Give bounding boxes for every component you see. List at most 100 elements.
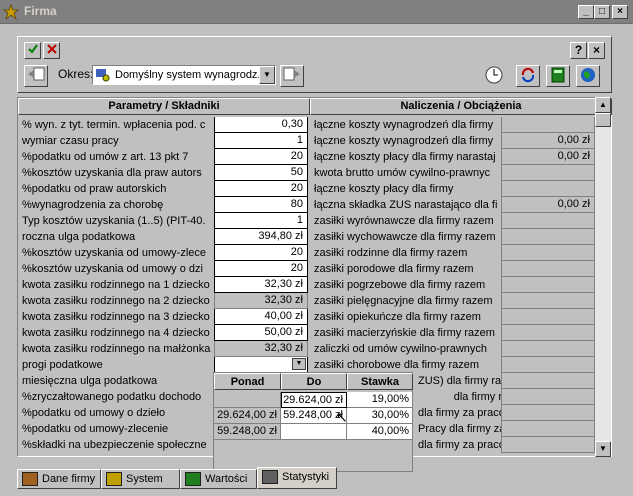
- dropdown-arrow-icon[interactable]: ▼: [292, 358, 306, 370]
- parameter-label: roczna ulga podatkowa: [22, 231, 136, 243]
- parameter-value[interactable]: 20: [214, 149, 308, 165]
- okres-select[interactable]: Domyślny system wynagrodz... ▼: [92, 65, 276, 85]
- previous-period-button[interactable]: [24, 65, 48, 87]
- calculator-button[interactable]: [546, 65, 570, 87]
- table-row: kwota zasiłku rodzinnego na 3 dziecko 40,…: [18, 309, 612, 325]
- parameter-value[interactable]: ▼: [214, 357, 308, 373]
- tab-notebook[interactable]: Statystyki: [257, 467, 337, 489]
- tax-thresholds-popup[interactable]: Ponad Do Stawka 29.624,00 zł 19,00% 29.624…: [213, 372, 413, 472]
- threshold-cell[interactable]: 30,00%: [347, 408, 413, 424]
- charge-label: kwota brutto umów cywilno-prawnyc: [314, 167, 491, 179]
- chevron-down-icon[interactable]: ▼: [259, 66, 275, 84]
- close-window-button[interactable]: ×: [612, 5, 628, 19]
- threshold-cell[interactable]: 40,00%: [347, 424, 413, 440]
- scroll-up-button[interactable]: ▲: [595, 97, 611, 113]
- calendar-button[interactable]: [482, 65, 506, 87]
- charge-value: [501, 293, 595, 309]
- tab-label: Statystyki: [282, 471, 330, 483]
- charge-value: 0,00 zł: [501, 149, 595, 165]
- scroll-thumb[interactable]: [595, 113, 611, 127]
- parameter-label: kwota zasiłku rodzinnego na 1 dziecko: [22, 279, 210, 291]
- next-period-button[interactable]: [280, 65, 304, 87]
- threshold-cell[interactable]: 29.624,00 zł: [281, 392, 347, 408]
- cars-icon: [106, 472, 122, 486]
- charge-label: zasiłki opiekuńcze dla firmy razem: [314, 311, 481, 323]
- parameter-value[interactable]: 80: [214, 197, 308, 213]
- table-row: %podatku od praw autorskich 20 łączne kosz…: [18, 181, 612, 197]
- right-column-header[interactable]: Naliczenia / Obciążenia: [310, 98, 612, 115]
- parameter-value[interactable]: 32,30 zł: [214, 277, 308, 293]
- charge-label: Pracy dla firmy za: [418, 423, 502, 435]
- parameter-label: progi podatkowe: [22, 359, 103, 371]
- refresh-icon: [521, 67, 535, 83]
- table-row: % wyn. z tyt. termin. wpłacenia pod. c 0,…: [18, 117, 612, 133]
- parameter-label: %zryczałtowanego podatku dochodo: [22, 391, 202, 403]
- vertical-scrollbar[interactable]: ▲ ▼: [595, 97, 611, 457]
- charge-label: łączna składka ZUS narastająco dla fi: [314, 199, 498, 211]
- parameter-label: %podatku od umów z art. 13 pkt 7: [22, 151, 189, 163]
- globe-icon: [581, 68, 595, 82]
- parameter-label: Typ kosztów uzyskania (1..5) (PIT-40.: [22, 215, 206, 227]
- tab-calculator[interactable]: Wartości: [180, 469, 257, 489]
- parameter-label: %podatku od umowy o dzieło: [22, 407, 166, 419]
- text-cursor-icon: ↖: [336, 409, 348, 425]
- title-bar: Firma _ □ ×: [0, 0, 633, 24]
- parameter-value[interactable]: 20: [214, 181, 308, 197]
- table-row: Typ kosztów uzyskania (1..5) (PIT-40. 1 za…: [18, 213, 612, 229]
- threshold-cell[interactable]: 29.624,00 zł: [214, 408, 281, 424]
- parameter-value[interactable]: 50,00 zł: [214, 325, 308, 341]
- charge-label: zaliczki od umów cywilno-prawnych: [314, 343, 488, 355]
- globe-button[interactable]: [576, 65, 600, 87]
- parameter-value[interactable]: 32,30 zł: [214, 341, 308, 357]
- parameter-value[interactable]: 20: [214, 245, 308, 261]
- parameter-label: %kosztów uzyskania od umowy-zlece: [22, 247, 207, 259]
- cancel-button[interactable]: [43, 42, 60, 59]
- charge-value: [501, 229, 595, 245]
- parameter-label: %składki na ubezpieczenie społeczne: [22, 439, 207, 451]
- scroll-down-button[interactable]: ▼: [595, 441, 611, 457]
- parameter-label: kwota zasiłku rodzinnego na 4 dziecko: [22, 327, 210, 339]
- table-row: %kosztów uzyskania od umowy o dzi 20 zasił…: [18, 261, 612, 277]
- left-column-header[interactable]: Parametry / Składniki: [18, 98, 310, 115]
- parameter-value[interactable]: 20: [214, 261, 308, 277]
- threshold-cell[interactable]: [214, 392, 281, 408]
- parameter-value[interactable]: 0,30: [214, 117, 308, 133]
- table-row: wymiar czasu pracy 1 łączne koszty wynagro…: [18, 133, 612, 149]
- table-row: %podatku od umów z art. 13 pkt 7 20 łączne…: [18, 149, 612, 165]
- parameter-value[interactable]: 1: [214, 213, 308, 229]
- threshold-cell[interactable]: [281, 424, 347, 440]
- parameter-label: %podatku od praw autorskich: [22, 183, 167, 195]
- threshold-cell[interactable]: 19,00%: [347, 392, 413, 408]
- popup-header-stawka: Stawka: [347, 373, 413, 390]
- charge-label: łączne koszty wynagrodzeń dla firmy: [314, 119, 494, 131]
- parameter-label: %kosztów uzyskania dla praw autors: [22, 167, 202, 179]
- maximize-button[interactable]: □: [594, 5, 610, 19]
- tab-label: Dane firmy: [42, 473, 96, 485]
- tab-label: System: [126, 473, 163, 485]
- charge-value: [501, 357, 595, 373]
- parameter-value[interactable]: 50: [214, 165, 308, 181]
- charge-label: ZUS) dla firmy raz: [418, 375, 502, 387]
- minimize-button[interactable]: _: [578, 5, 594, 19]
- close-panel-button[interactable]: ×: [588, 42, 605, 59]
- charge-value: [501, 277, 595, 293]
- parameter-value[interactable]: 32,30 zł: [214, 293, 308, 309]
- charge-label: dla firmy r: [453, 391, 502, 403]
- refresh-button[interactable]: [516, 65, 540, 87]
- tab-cars[interactable]: System: [101, 469, 180, 489]
- parameter-value[interactable]: 40,00 zł: [214, 309, 308, 325]
- parameter-label: %podatku od umowy-zlecenie: [22, 423, 169, 435]
- parameter-value[interactable]: 394,80 zł: [214, 229, 308, 245]
- confirm-button[interactable]: [24, 42, 41, 59]
- parameter-value[interactable]: 1: [214, 133, 308, 149]
- arrow-right-doc-icon: [283, 67, 300, 81]
- threshold-cell[interactable]: 59.248,00 zł: [214, 424, 281, 440]
- charge-label: zasiłki chorobowe dla firmy razem: [314, 359, 480, 371]
- tab-house[interactable]: Dane firmy: [17, 469, 101, 489]
- popup-header-do: Do: [281, 373, 347, 390]
- help-button[interactable]: ?: [570, 42, 587, 59]
- calculator-icon: [551, 67, 565, 83]
- charge-value: [501, 341, 595, 357]
- charge-value: [501, 325, 595, 341]
- charge-value: [501, 421, 595, 437]
